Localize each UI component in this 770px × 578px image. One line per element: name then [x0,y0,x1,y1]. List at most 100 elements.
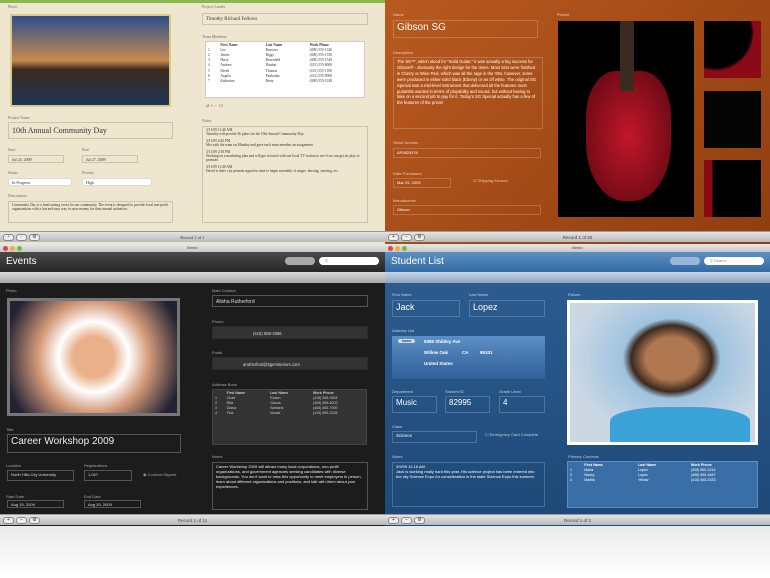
notes-field[interactable]: 3/11/09 11:46 AM Timothy will provide 5k … [202,126,368,223]
first-name-field[interactable]: Jack [392,300,460,317]
state: CA [462,350,469,355]
table-cell: Katherine [220,78,235,83]
leader-field[interactable]: Timothy Richard Fellows [202,13,368,25]
record-count: Record 1 of 2 [563,518,591,523]
emergency-card-checkbox[interactable]: ☐ Emergency Card Complete [485,432,538,437]
end-label: End [82,147,89,152]
add-record-button[interactable]: + [388,517,399,524]
title-label: Title [6,427,14,432]
date-field[interactable]: Mar 25, 2009 [393,178,451,188]
guitar-thumb-2[interactable] [704,91,761,148]
grade-field[interactable]: 4 [499,396,545,413]
manufacturer-label: Manufacturer [393,198,417,203]
description-field[interactable]: The SG™, which stood for "Solid Guitar,"… [393,57,543,129]
window-title: Bento [187,245,198,250]
library-title: Events [6,256,37,267]
insured-label: Shipping Insured [477,178,508,183]
table-cell: Marilia [584,478,595,483]
name-field[interactable]: Gibson SG [393,20,538,38]
student-id-field[interactable]: 82995 [445,396,490,413]
priority-select[interactable]: High [82,178,152,186]
contact-field[interactable]: Alisha Rutherford [212,295,368,307]
team-label: Team Members [202,34,227,39]
end-field[interactable]: Jul 27, 2009 [82,155,138,163]
country: United States [424,361,453,366]
record-footer: + − ⚙ Record 1 of 11 [0,514,385,525]
department-field[interactable]: Music [392,396,437,413]
delete-record-button[interactable]: − [16,234,27,241]
guitar-thumb-3[interactable] [704,160,761,217]
action-button[interactable]: ⚙ [29,234,40,241]
students-window: Bento Student List ⚲ Search First Name Ja… [385,244,770,526]
event-photo[interactable] [7,298,180,416]
action-button[interactable]: ⚙ [29,517,40,524]
registrations-label: Registrations [84,463,108,468]
status-select[interactable]: In Progress [8,178,72,186]
note-text: Working on a marketing plan and will get… [206,154,360,162]
guitar-photo[interactable] [558,21,694,217]
primary-contacts-table[interactable]: First Name Last Name Work Phone 1 Maria Lopez… [567,461,758,508]
description-field[interactable]: Community Day is a fund raising event fo… [8,201,173,223]
contract-signed-checkbox[interactable]: ◉ Contract Signed [143,472,176,477]
title-field[interactable]: Career Workshop 2009 [7,434,181,453]
contact-label: Main Contact [212,288,236,293]
toolbar[interactable] [385,272,770,283]
manufacturer-field[interactable]: Gibson [393,205,541,215]
add-record-button[interactable]: + [388,234,399,241]
address-field[interactable]: home 5385 Shibley Ave Willow Oak CA 9510… [392,336,545,379]
department-label: Department [392,389,413,394]
guitar-thumb-1[interactable] [704,21,761,78]
record-footer: + − ⚙ Record 1 of 1 [0,231,385,242]
action-button[interactable]: ⚙ [414,234,425,241]
team-table[interactable]: First Name Last Name Work Phone 1 Lee Burrows… [205,41,365,98]
bridge-photo[interactable] [10,14,171,107]
class-field[interactable]: Science [392,431,477,443]
phone-field[interactable]: (415) 555-2356 [212,326,368,339]
date-label: Date Purchased [393,171,422,176]
phone-value: (415) 555-2356 [253,331,282,336]
delete-record-button[interactable]: − [16,517,27,524]
email-field[interactable]: arutherford@tigerinteriors.com [212,357,368,370]
note-text: Met with the team on Monday and gave eac… [206,143,314,147]
primary-contacts-label: Primary Contacts [568,454,599,459]
view-toggle[interactable] [285,257,315,265]
shipping-insured-checkbox[interactable]: ☑ Shipping Insured [473,178,508,183]
end-field[interactable]: Aug 20, 2009 [84,500,141,508]
project-name-field[interactable]: 10th Annual Community Day [8,122,173,139]
status-label: Status [8,170,18,175]
add-record-button[interactable]: + [3,517,14,524]
table-cell: Yellow [638,478,649,483]
student-photo[interactable] [567,300,758,445]
view-toggle[interactable] [670,257,700,265]
last-name-field[interactable]: Lopez [469,300,545,317]
start-label: Start Date [6,494,25,499]
table-cell: (415) 555-2205 [312,411,338,416]
team-table-toolbar[interactable]: ⊿ + − ▭ [205,103,223,109]
library-title: Student List [391,256,444,267]
record-footer: + − ⚙ Record 1 of 2 [385,514,770,525]
notes-field[interactable]: Career Workshop 2009 will attract many l… [212,462,368,510]
notes-text: Jack is working really hard this year. H… [396,469,535,479]
photo-label: Photo [8,4,18,9]
start-field[interactable]: Jul 24, 2009 [8,155,64,163]
table-row[interactable]: 4 Tina Novak (415) 555-2205 [213,411,366,416]
add-record-button[interactable]: + [3,234,14,241]
address-type-tag[interactable]: home [398,339,416,343]
table-row[interactable]: 7 Katherine Berry (408) 555-1248 [206,78,364,83]
delete-record-button[interactable]: − [401,517,412,524]
registrations-field[interactable]: 1,047 [84,470,132,481]
title-bar: Bento [385,244,770,252]
action-button[interactable]: ⚙ [414,517,425,524]
table-cell: Novak [270,411,281,416]
toolbar[interactable] [0,272,385,283]
leader-label: Project Leader [202,4,226,9]
start-field[interactable]: Aug 15, 2009 [7,500,64,508]
address-book-table[interactable]: First Name Last Name Work Phone 1 Chad Rosen(… [212,389,367,445]
search-input[interactable]: ⚲ Search [704,257,764,265]
search-input[interactable]: ⚲ [319,257,379,265]
serial-field[interactable]: AF0820376 [393,148,541,158]
table-row[interactable]: 3 Marilia Yellow (415) 555-3333 [568,478,757,483]
delete-record-button[interactable]: − [401,234,412,241]
notes-field[interactable]: 3/9/09 11:16 AM Jack is working really ha… [392,462,545,507]
location-field[interactable]: North Hills City University [7,470,74,481]
